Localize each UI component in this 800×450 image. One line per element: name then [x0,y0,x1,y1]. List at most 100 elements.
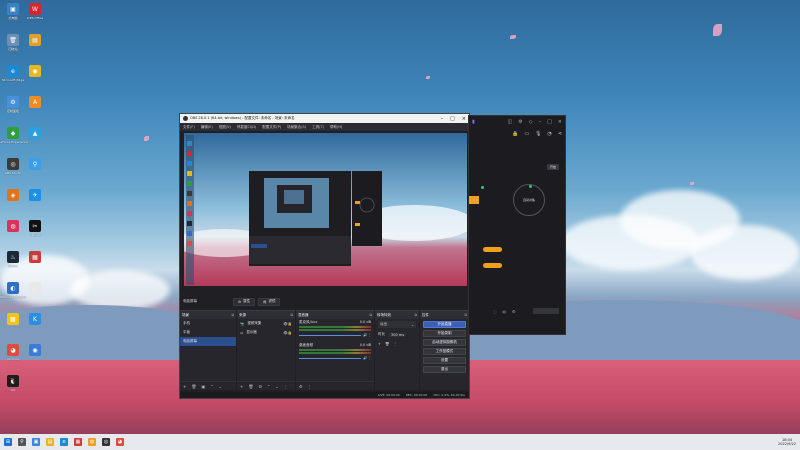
more-icon[interactable]: ⋮ [393,342,397,346]
toggle-pill[interactable] [483,263,502,268]
studio-mode-button[interactable]: 工作室模式 [423,348,466,355]
close-icon[interactable]: × [462,116,466,122]
share-icon[interactable]: ⋖ [558,131,562,137]
close-icon[interactable]: × [558,119,562,125]
desktop-icon[interactable]: e Microsoft Edge [1,65,25,91]
remove-transition-icon[interactable]: 🗑 [385,342,389,346]
taskbar-app-icon[interactable]: e [60,438,68,446]
desktop-icon[interactable]: ▩ [1,313,25,339]
desktop-icon[interactable]: 🗑 回收站 [1,34,25,60]
dock-options-icon[interactable]: ⧉ [291,313,294,317]
source-item[interactable]: ▭ 显示器 👁 🔒 [237,328,295,337]
source-item[interactable]: 📷 视频采集 👁 🔒 [237,319,295,328]
desktop-icon[interactable]: W WPS Office [23,3,47,29]
move-up-icon[interactable]: ⌃ [267,384,270,389]
more-icon[interactable]: ⋮ [368,356,372,360]
desktop-icon[interactable]: ⚲ [23,158,47,184]
scene-filter-icon[interactable]: ▣ [201,384,205,389]
start-menu-icon[interactable]: ⊞ [4,438,12,446]
desktop-icon[interactable]: ◐ Wallpaper Engine [0,282,26,308]
maximize-icon[interactable]: □ [450,116,455,122]
move-down-icon[interactable]: ⌄ [275,384,278,389]
tab-start[interactable]: 开始 [546,164,559,170]
volume-slider[interactable] [299,357,362,359]
shirt-icon[interactable]: ◫ [507,119,512,125]
pin-icon[interactable]: ◇ [529,119,533,125]
maximize-icon[interactable]: □ [547,119,552,125]
taskbar-app-icon[interactable]: ▦ [74,438,82,446]
move-up-icon[interactable]: ⌃ [210,384,213,389]
desktop-icon[interactable]: ◉ [23,344,47,370]
exit-button[interactable]: 退出 [423,366,466,373]
settings-button[interactable]: 设置 [423,357,466,364]
companion-action-button[interactable] [533,308,559,314]
more-icon[interactable]: ⋮ [368,333,372,337]
toggle-pill[interactable] [483,247,502,252]
dock-options-icon[interactable]: ⧉ [465,313,468,317]
taskbar-app-icon[interactable]: ◎ [102,438,110,446]
dock-options-icon[interactable]: ⧉ [370,313,373,317]
taskbar-app-icon[interactable]: ▣ [32,438,40,446]
desktop-icon[interactable]: K [23,313,47,339]
remove-scene-icon[interactable]: 🗑 [191,384,196,389]
desktop-icon[interactable]: ✂ CapCut [23,220,47,246]
minimize-icon[interactable]: – [441,116,444,122]
menu-file[interactable]: 文件(F) [183,125,195,130]
desktop-icon[interactable]: ▦ [23,251,47,277]
monitor-icon[interactable]: ▭ [524,131,529,137]
desktop-icon[interactable]: ▤ [23,34,47,60]
taskbar-app-icon[interactable]: ▤ [46,438,54,446]
add-scene-icon[interactable]: + [183,384,186,389]
desktop-icon[interactable]: ◎ OBS Studio [1,158,25,184]
menu-edit[interactable]: 编辑(E) [201,125,213,130]
menu-help[interactable]: 帮助(H) [330,125,342,130]
obs-preview[interactable] [184,133,467,286]
desktop-icon[interactable]: ◍ [1,220,25,246]
settings-icon[interactable]: ⚙ [518,119,522,125]
desktop-icon[interactable]: ✈ [23,189,47,215]
duration-input[interactable]: 300 ms [389,332,407,337]
source-settings-icon[interactable]: ⚙ [258,384,262,389]
filters-button[interactable]: ▤ 滤镜 [258,297,281,306]
transition-select[interactable]: 淡出 ⌄ [378,321,416,328]
start-virtual-camera-button[interactable]: 启动虚拟摄像机 [423,339,466,346]
properties-button[interactable]: ⚙ 属性 [233,297,256,306]
desktop-icon[interactable]: ▲ [23,127,47,153]
gear-icon[interactable]: ⚙ [512,309,516,314]
mute-icon[interactable]: ◌ [493,309,497,314]
speaker-icon[interactable]: ◍ [503,309,507,314]
orange-tab[interactable] [469,196,479,204]
desktop-icon[interactable]: ◆ GeForce Experience [0,127,28,153]
obs-window[interactable]: OBS 28.0.1 (64-bit, windows) - 配置文件: 未命名… [179,113,470,399]
add-transition-icon[interactable]: + [378,342,381,346]
dock-options-icon[interactable]: ⧉ [232,313,235,317]
companion-app-window[interactable]: ▮ ◫ ⚙ ◇ – □ × 🔒 ▭ 🎙 ◔ ⋖ 开始 自动对焦 ◌ ◍ ⚙ [468,115,566,335]
obs-titlebar[interactable]: OBS 28.0.1 (64-bit, windows) - 配置文件: 未命名… [180,114,469,123]
add-source-icon[interactable]: + [240,384,243,389]
minimize-icon[interactable]: – [539,119,542,125]
taskbar-app-icon[interactable]: ◍ [88,438,96,446]
scene-item-selected[interactable]: 电脑屏幕 [180,337,236,346]
menu-view[interactable]: 视图(V) [219,125,231,130]
chat-icon[interactable]: ◔ [547,131,551,137]
autofocus-ring[interactable]: 自动对焦 [513,184,545,216]
menu-docks[interactable]: 停靠窗口(D) [237,125,256,130]
mixer-settings-icon[interactable]: ⚙ [299,384,303,389]
scene-item[interactable]: 平板 [180,328,236,337]
desktop-icon[interactable]: ◉ [23,65,47,91]
move-down-icon[interactable]: ⌄ [219,384,222,389]
menu-scene-collection[interactable]: 场景集合(S) [287,125,306,130]
scene-item[interactable]: 手机 [180,319,236,328]
desktop-icon[interactable]: ♨ Steam [1,251,25,277]
desktop-icon[interactable]: 🐧 QQ [1,375,25,401]
lock-icon[interactable]: 🔒 [512,131,518,137]
remove-source-icon[interactable]: 🗑 [248,384,253,389]
desktop-icon[interactable]: ◕ Chrome [1,344,25,370]
volume-slider[interactable] [299,334,362,336]
more-icon[interactable]: ⋮ [284,384,288,389]
desktop-icon[interactable]: A [23,96,47,122]
clock[interactable]: 18:04 2022/9/22 [778,438,796,446]
desktop-icon[interactable]: ▣ 此电脑 [1,3,25,29]
lock-icon[interactable]: 🔒 [288,331,292,335]
start-recording-button[interactable]: 开始录制 [423,330,466,337]
